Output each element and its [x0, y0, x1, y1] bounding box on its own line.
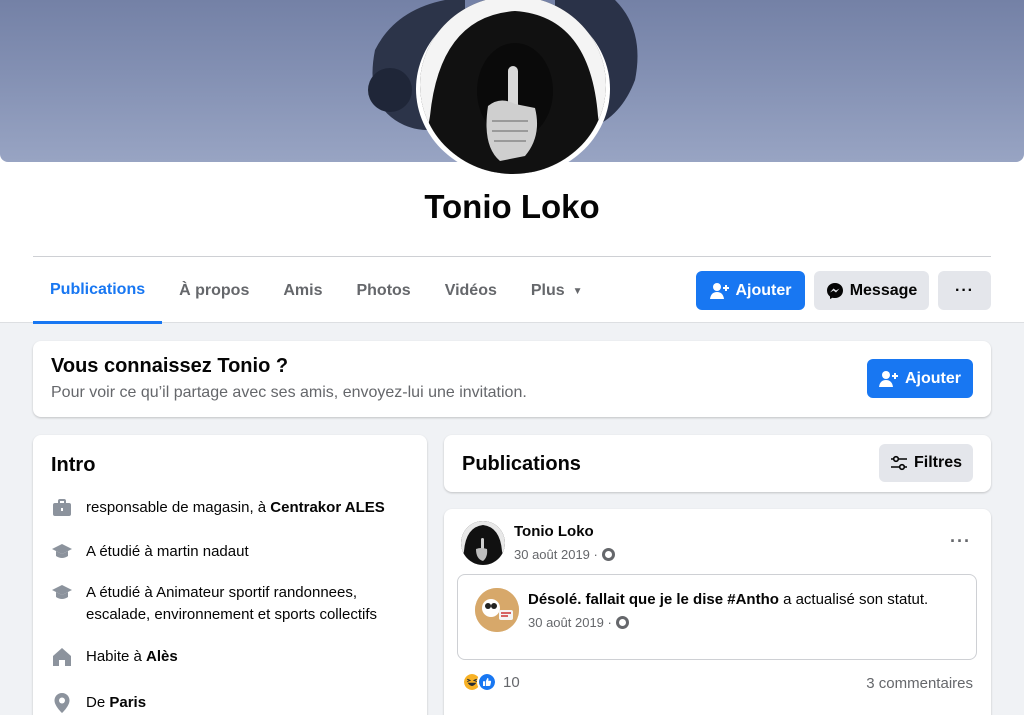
post-date-text: 30 août 2019 ·: [514, 547, 598, 562]
header-divider: [33, 256, 991, 257]
location-pin-icon: [54, 693, 70, 713]
intro-from-place[interactable]: Paris: [109, 694, 146, 711]
comments-count-link[interactable]: 3 commentaires: [866, 675, 973, 692]
intro-home-text: Habite à: [86, 648, 147, 665]
globe-icon: [601, 548, 615, 561]
briefcase-icon: [53, 499, 71, 516]
intro-study-1-text: A étudié à martin nadaut: [86, 543, 249, 560]
know-add-label: Ajouter: [905, 369, 961, 387]
globe-icon: [615, 616, 629, 629]
know-title: Vous connaissez Tonio ?: [51, 355, 289, 377]
intro-from: De Paris: [51, 692, 416, 714]
shared-status-text: Désolé. fallait que je le dise #Antho a …: [528, 591, 928, 608]
shared-date-text: 30 août 2019 ·: [528, 615, 612, 630]
filters-button[interactable]: Filtres: [879, 444, 973, 482]
reaction-count: 10: [503, 673, 520, 691]
tab-label: À propos: [179, 282, 250, 299]
post-menu-button[interactable]: ···: [950, 531, 971, 552]
tab-photos[interactable]: Photos: [339, 258, 427, 324]
tab-a-propos[interactable]: À propos: [162, 258, 266, 324]
message-label: Message: [849, 281, 918, 299]
know-add-button[interactable]: Ajouter: [867, 359, 973, 398]
tab-publications[interactable]: Publications: [33, 258, 163, 324]
reactions-summary[interactable]: 10: [462, 672, 520, 692]
know-card: Vous connaissez Tonio ? Pour voir ce qu’…: [33, 341, 991, 417]
add-friend-icon: [879, 370, 898, 387]
filter-sliders-icon: [890, 455, 907, 471]
intro-home: Habite à Alès: [51, 646, 416, 668]
home-icon: [53, 648, 71, 666]
publications-title: Publications: [462, 453, 581, 475]
intro-card: Intro responsable de magasin, à Centrako…: [33, 435, 427, 715]
intro-from-text: De: [86, 694, 110, 711]
tab-amis[interactable]: Amis: [266, 258, 339, 324]
more-options-button[interactable]: ···: [938, 271, 991, 310]
more-dots-icon: ···: [955, 281, 974, 299]
tab-label: Publications: [50, 280, 146, 298]
publications-header-card: Publications Filtres: [444, 435, 991, 492]
profile-header: Tonio Loko Publications À propos Amis Ph…: [0, 0, 1024, 324]
intro-work-place[interactable]: Centrakor ALES: [270, 499, 384, 516]
shared-author-avatar[interactable]: [475, 588, 519, 632]
like-reaction-icon: [477, 672, 497, 692]
intro-study-2-text: A étudié à Animateur sportif randonnees,…: [86, 584, 377, 623]
tab-label: Plus: [530, 282, 565, 299]
profile-name: Tonio Loko: [424, 188, 600, 225]
tab-label: Photos: [356, 282, 411, 299]
message-button[interactable]: Message: [814, 271, 929, 310]
graduation-cap-icon: [52, 585, 72, 599]
add-friend-button[interactable]: Ajouter: [696, 271, 805, 310]
tab-label: Amis: [283, 282, 323, 299]
add-friend-icon: [709, 282, 729, 299]
intro-study-2: A étudié à Animateur sportif randonnees,…: [51, 582, 416, 626]
add-friend-label: Ajouter: [735, 281, 792, 299]
intro-study-1: A étudié à martin nadaut: [51, 541, 416, 563]
intro-work: responsable de magasin, à Centrakor ALES: [51, 497, 416, 519]
tab-label: Vidéos: [444, 282, 497, 299]
shared-date[interactable]: 30 août 2019 ·: [528, 615, 629, 630]
intro-work-text: responsable de magasin, à: [86, 499, 271, 516]
post-date[interactable]: 30 août 2019 ·: [514, 547, 615, 562]
post-author-name[interactable]: Tonio Loko: [514, 523, 594, 540]
tab-videos[interactable]: Vidéos: [428, 258, 514, 324]
filters-label: Filtres: [913, 454, 962, 471]
post-author-avatar[interactable]: [461, 521, 505, 565]
shared-status-rest: a actualisé son statut.: [778, 591, 929, 608]
caret-down-icon: ▼: [572, 285, 583, 297]
profile-picture-frame[interactable]: [416, 0, 610, 178]
shared-status-card[interactable]: Désolé. fallait que je le dise #Antho a …: [457, 574, 977, 660]
post-card: Tonio Loko 30 août 2019 · ··· Désolé. fa…: [444, 509, 991, 715]
messenger-icon: [826, 282, 843, 299]
profile-tabs: Publications À propos Amis Photos Vidéos…: [33, 258, 600, 324]
know-subtitle: Pour voir ce qu’il partage avec ses amis…: [51, 384, 527, 401]
profile-picture[interactable]: [420, 0, 606, 174]
intro-home-place[interactable]: Alès: [146, 648, 178, 665]
tab-plus[interactable]: Plus ▼: [514, 258, 600, 324]
graduation-cap-icon: [52, 544, 72, 558]
shared-author-link[interactable]: Désolé. fallait que je le dise #Antho: [528, 591, 779, 608]
intro-title: Intro: [51, 454, 96, 476]
